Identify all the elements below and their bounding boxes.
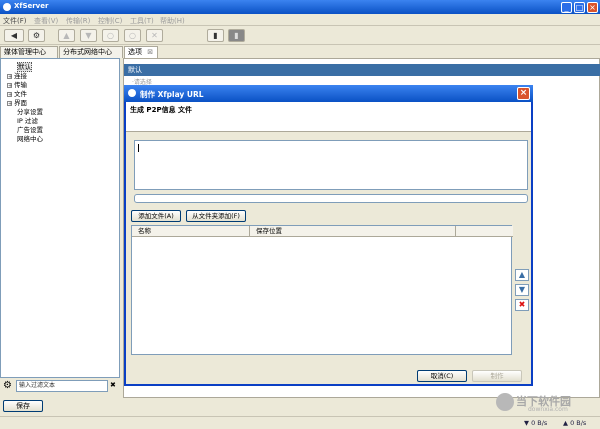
column-save-location[interactable]: 保存位置: [250, 226, 456, 237]
watermark-sub: downxia.com: [528, 406, 568, 413]
view-toggle-button[interactable]: ▮: [207, 29, 224, 42]
expand-icon[interactable]: +: [7, 101, 12, 107]
menu-help[interactable]: 帮助(H): [160, 16, 185, 26]
app-logo-icon: [3, 3, 11, 11]
title-bar: XfServer _ □ ×: [0, 0, 600, 14]
text-caret: [138, 144, 139, 152]
stop-button[interactable]: ○: [124, 29, 141, 42]
start-button[interactable]: ○: [102, 29, 119, 42]
toolbar: ◀ ⚙ ▲ ▼ ○ ○ ✕ ▮ ▮: [0, 26, 600, 45]
dialog-title: 制作 Xfplay URL: [140, 90, 204, 99]
menu-bar: 文件(F) 查看(V) 传输(R) 控制(C) 工具(T) 帮助(H): [0, 14, 600, 26]
move-down-icon[interactable]: ▼: [515, 284, 529, 296]
filter-clear-icon[interactable]: ✖: [110, 381, 116, 389]
make-url-dialog: 制作 Xfplay URL × 生成 P2P信息 文件 添加文件(A) 从文件夹…: [124, 85, 533, 386]
settings-button[interactable]: ⚙: [28, 29, 45, 42]
filter-gear-icon[interactable]: ⚙: [3, 380, 12, 392]
options-tree: 默认 + 连接 + 传输 + 文件 + 界面 分享设置 IP 过滤 广告设置 网络中心: [0, 58, 120, 378]
tree-item-network[interactable]: 网络中心: [17, 133, 43, 143]
menu-file[interactable]: 文件(F): [3, 16, 27, 26]
view-toggle-dark-button[interactable]: ▮: [228, 29, 245, 42]
dialog-close-button[interactable]: ×: [517, 87, 530, 100]
delete-button[interactable]: ✕: [146, 29, 163, 42]
panel-header: 默认: [124, 64, 600, 76]
close-button[interactable]: ×: [587, 2, 598, 13]
tab-strip: 媒体管理中心 分布式网络中心 选项 ⊠: [0, 46, 600, 58]
add-file-button[interactable]: 添加文件(A): [131, 210, 181, 222]
remove-icon[interactable]: ✖: [515, 299, 529, 311]
cancel-button[interactable]: 取消(C): [417, 370, 467, 382]
tab-close-icon[interactable]: ⊠: [147, 48, 153, 56]
upload-speed: ▲ 0 B/s: [563, 419, 587, 427]
make-button[interactable]: 制作: [472, 370, 522, 382]
download-speed: ▼ 0 B/s: [524, 419, 548, 427]
move-up-icon[interactable]: ▲: [515, 269, 529, 281]
menu-view[interactable]: 查看(V): [34, 16, 58, 26]
dialog-title-bar: 制作 Xfplay URL ×: [124, 85, 533, 102]
tree-item-label: 网络中心: [17, 135, 43, 143]
window-title: XfServer: [14, 2, 49, 10]
maximize-button[interactable]: □: [574, 2, 585, 13]
dialog-logo-icon: [128, 89, 136, 97]
back-button[interactable]: ◀: [4, 29, 24, 42]
dialog-heading: 生成 P2P信息 文件: [130, 106, 193, 114]
save-button[interactable]: 保存: [3, 400, 43, 412]
tab-options[interactable]: 选项 ⊠: [124, 46, 158, 58]
tab-media-center[interactable]: 媒体管理中心: [0, 46, 58, 58]
filter-row: ⚙ 输入过滤文本 ✖: [0, 380, 120, 393]
column-extra[interactable]: [456, 226, 513, 237]
status-bar: ▼ 0 B/s ▲ 0 B/s: [0, 416, 600, 429]
watermark-logo: 当下软件园 downxia.com: [496, 393, 596, 417]
progress-bar: [134, 194, 528, 203]
add-folder-button[interactable]: 从文件夹添加(F): [186, 210, 246, 222]
menu-control[interactable]: 控制(C): [98, 16, 122, 26]
tab-network-center[interactable]: 分布式网络中心: [59, 46, 123, 58]
dialog-header: 生成 P2P信息 文件: [126, 102, 531, 132]
column-name[interactable]: 名称: [132, 226, 250, 237]
menu-transfer[interactable]: 传输(R): [66, 16, 90, 26]
menu-tools[interactable]: 工具(T): [130, 16, 154, 26]
move-up-button[interactable]: ▲: [58, 29, 75, 42]
info-textarea[interactable]: [134, 140, 528, 190]
minimize-button[interactable]: _: [561, 2, 572, 13]
move-down-button[interactable]: ▼: [80, 29, 97, 42]
watermark-icon: [496, 393, 514, 411]
file-list[interactable]: 名称 保存位置: [131, 225, 513, 355]
filter-input[interactable]: 输入过滤文本: [16, 380, 108, 392]
tab-options-label: 选项: [128, 48, 142, 56]
